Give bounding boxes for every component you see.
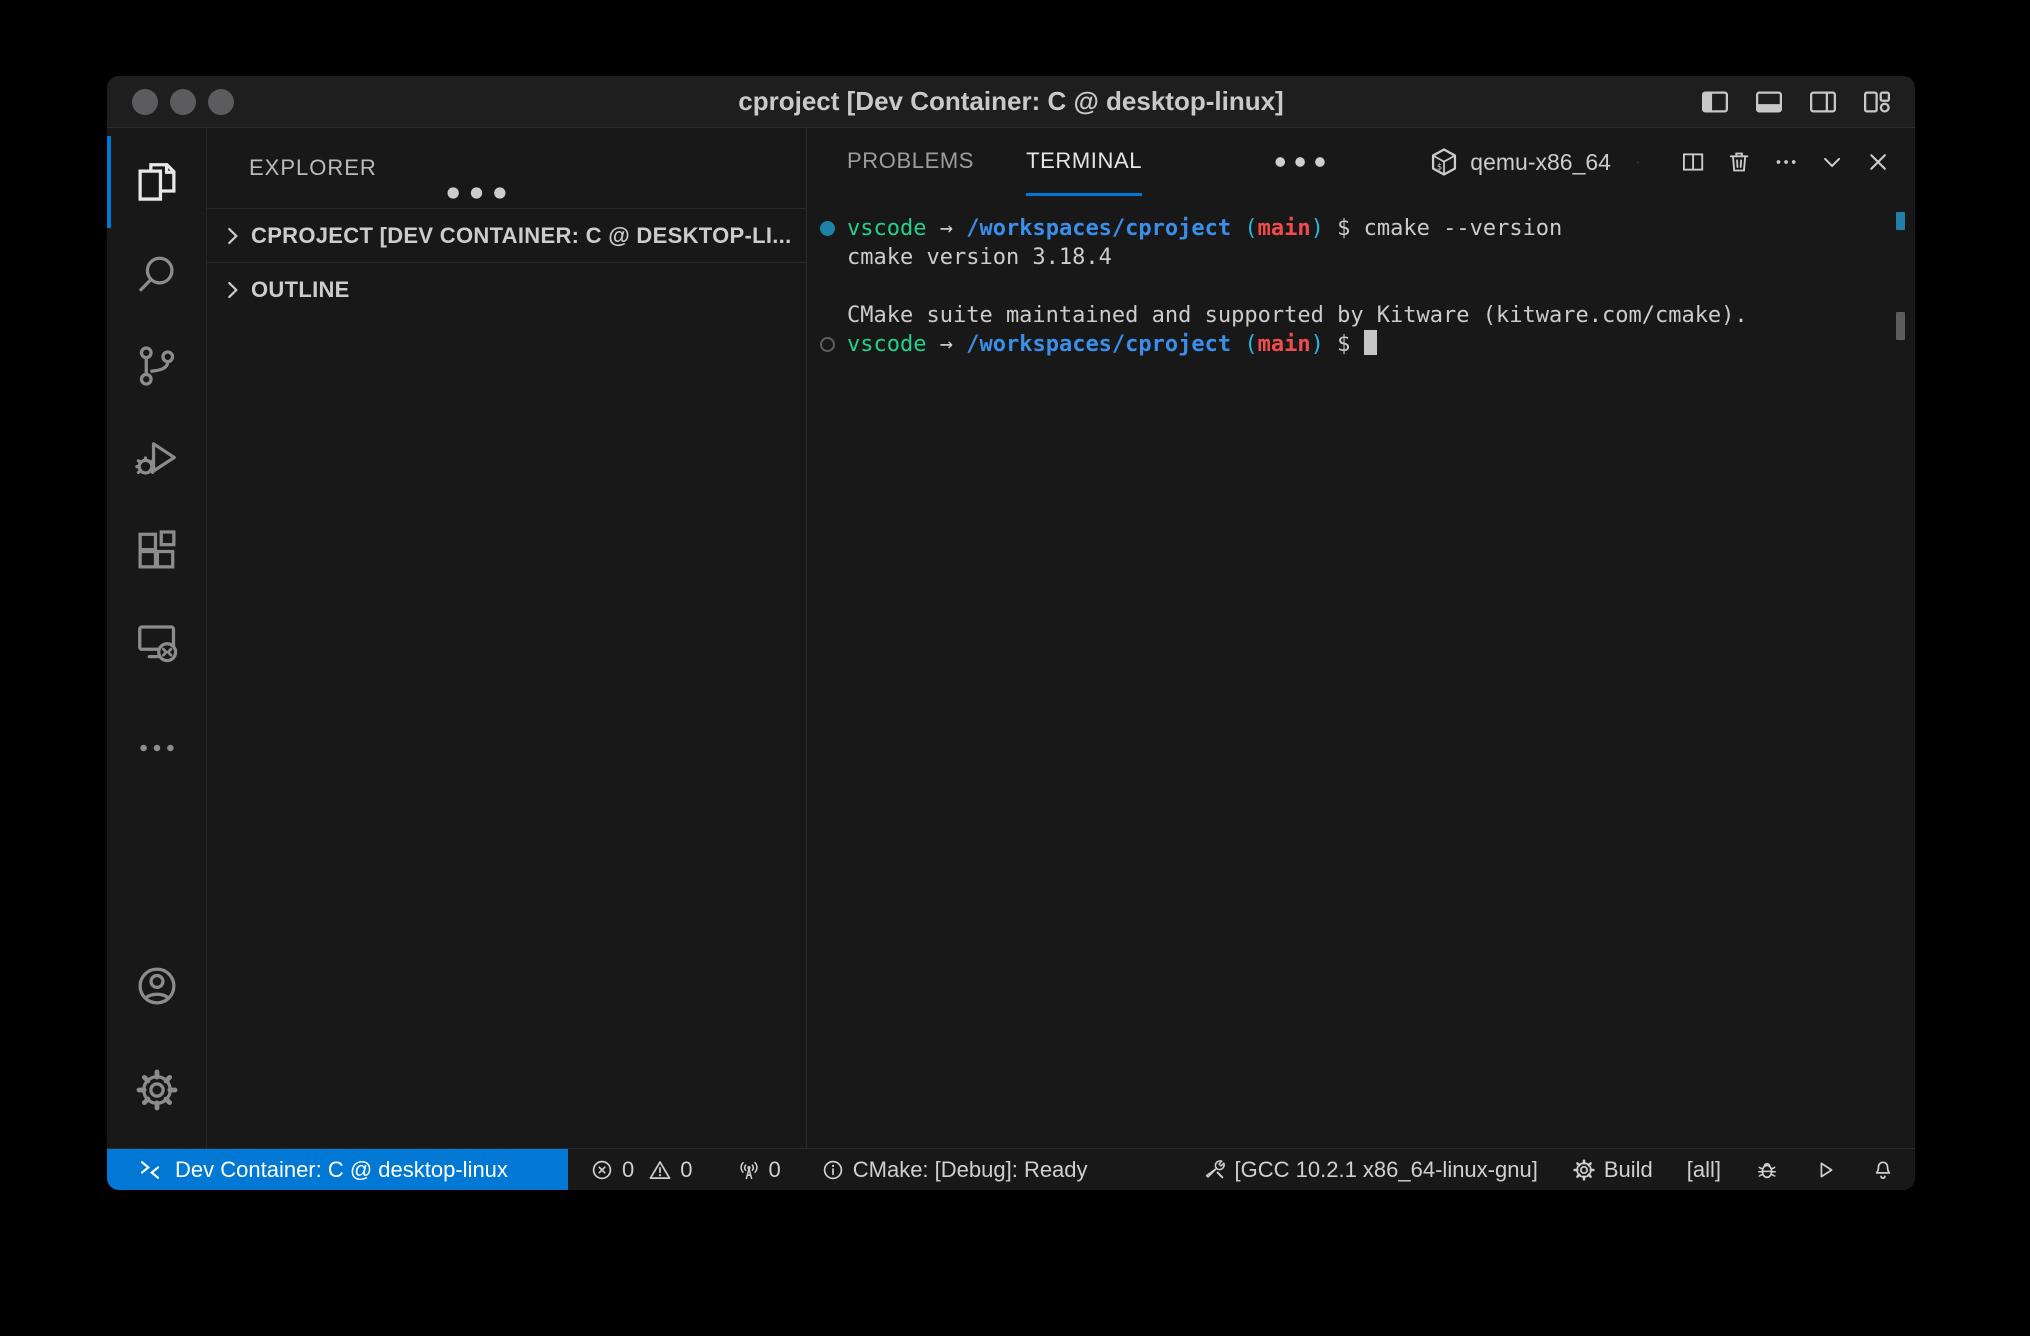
command-decoration-icon[interactable] <box>820 221 835 236</box>
gear-icon <box>1572 1158 1596 1182</box>
tab-label: TERMINAL <box>1026 148 1142 174</box>
warning-count: 0 <box>680 1157 692 1183</box>
ports-status[interactable]: 0 <box>737 1157 781 1183</box>
git-branch-icon <box>134 343 180 389</box>
tab-terminal[interactable]: TERMINAL <box>1026 128 1142 196</box>
radio-tower-icon <box>737 1158 761 1182</box>
error-count: 0 <box>622 1157 634 1183</box>
status-bar: Dev Container: C @ desktop-linux 0 0 0 C… <box>107 1148 1915 1190</box>
tools-icon <box>1203 1158 1227 1182</box>
traffic-lights <box>132 89 234 115</box>
close-window-button[interactable] <box>132 89 158 115</box>
build-label: Build <box>1604 1157 1653 1183</box>
cmake-kit-status[interactable]: [GCC 10.2.1 x86_64-linux-gnu] <box>1203 1157 1538 1183</box>
remote-icon <box>137 1157 163 1183</box>
tab-label: PROBLEMS <box>847 148 974 174</box>
activity-bar <box>107 128 207 1148</box>
terminal-output[interactable]: vscode → /workspaces/cproject (main) $ c… <box>807 196 1915 1148</box>
tab-problems[interactable]: PROBLEMS <box>847 128 974 196</box>
bug-icon <box>1755 1158 1779 1182</box>
section-label: OUTLINE <box>251 277 350 303</box>
terminal-profile-cube-icon <box>1428 146 1460 178</box>
command-decoration-icon[interactable] <box>820 337 835 352</box>
ports-count: 0 <box>769 1157 781 1183</box>
vscode-window: cproject [Dev Container: C @ desktop-lin… <box>107 76 1915 1190</box>
sidebar-item-source-control[interactable] <box>107 320 206 412</box>
warning-icon <box>648 1158 672 1182</box>
panel-views-more-icon[interactable] <box>1172 128 1428 196</box>
info-icon <box>821 1158 845 1182</box>
cmake-status-label: CMake: [Debug]: Ready <box>853 1157 1088 1183</box>
warnings-status[interactable]: 0 <box>648 1157 692 1183</box>
extensions-icon <box>134 527 180 573</box>
files-icon <box>134 159 180 205</box>
play-icon <box>1813 1158 1837 1182</box>
chevron-right-icon <box>219 277 245 303</box>
new-terminal-icon[interactable] <box>1637 146 1639 179</box>
accounts-button[interactable] <box>107 940 206 1032</box>
remote-explorer-icon <box>134 619 180 665</box>
activity-bar-more[interactable] <box>107 702 206 794</box>
ellipsis-icon <box>134 725 180 771</box>
cmake-run-button[interactable] <box>1813 1158 1837 1182</box>
scrollbar-thumb[interactable] <box>1896 312 1905 340</box>
bottom-panel: PROBLEMS TERMINAL qemu-x86_64 <box>807 128 1915 1148</box>
remote-label: Dev Container: C @ desktop-linux <box>175 1157 508 1183</box>
cmake-build-target[interactable]: [all] <box>1687 1157 1721 1183</box>
explorer-actions-icon[interactable] <box>177 153 776 233</box>
problems-status[interactable]: 0 <box>590 1157 634 1183</box>
cmake-status[interactable]: CMake: [Debug]: Ready <box>821 1157 1088 1183</box>
terminal-session-label: qemu-x86_64 <box>1470 149 1611 176</box>
launch-profile-chevron-icon[interactable] <box>1659 150 1660 174</box>
zoom-window-button[interactable] <box>208 89 234 115</box>
sidebar-item-run-debug[interactable] <box>107 412 206 504</box>
sidebar-item-extensions[interactable] <box>107 504 206 596</box>
panel-header: PROBLEMS TERMINAL qemu-x86_64 <box>807 128 1915 196</box>
settings-button[interactable] <box>107 1044 206 1136</box>
explorer-section-outline[interactable]: OUTLINE <box>207 262 806 316</box>
kit-label: [GCC 10.2.1 x86_64-linux-gnu] <box>1235 1157 1538 1183</box>
gear-icon <box>134 1067 180 1113</box>
terminal-cursor <box>1364 330 1377 355</box>
minimize-window-button[interactable] <box>170 89 196 115</box>
error-icon <box>590 1158 614 1182</box>
cmake-build-button[interactable]: Build <box>1572 1157 1653 1183</box>
terminal-command: cmake --version <box>1364 214 1563 243</box>
bell-icon <box>1871 1158 1895 1182</box>
terminal-line <box>807 272 1915 301</box>
remote-indicator[interactable]: Dev Container: C @ desktop-linux <box>107 1149 568 1190</box>
search-icon <box>134 251 180 297</box>
terminal-line: cmake version 3.18.4 <box>807 243 1915 272</box>
build-target-label: [all] <box>1687 1157 1721 1183</box>
terminal-line: vscode → /workspaces/cproject (main) $ c… <box>807 214 1915 243</box>
notifications-button[interactable] <box>1871 1158 1895 1182</box>
account-icon <box>134 963 180 1009</box>
terminal-prompt-line: vscode → /workspaces/cproject (main) $ <box>807 330 1915 359</box>
sidebar-header: EXPLORER <box>207 128 806 208</box>
cmake-debug-button[interactable] <box>1755 1158 1779 1182</box>
terminal-session-tab[interactable]: qemu-x86_64 <box>1428 146 1611 178</box>
explorer-sidebar: EXPLORER CPROJECT [DEV CONTAINER: C @ DE… <box>207 128 807 1148</box>
sidebar-item-remote-explorer[interactable] <box>107 596 206 688</box>
terminal-line: CMake suite maintained and supported by … <box>807 301 1915 330</box>
run-debug-icon <box>134 435 180 481</box>
sidebar-item-search[interactable] <box>107 228 206 320</box>
window-title: cproject [Dev Container: C @ desktop-lin… <box>738 86 1283 117</box>
scrollbar-command-mark <box>1896 212 1905 230</box>
